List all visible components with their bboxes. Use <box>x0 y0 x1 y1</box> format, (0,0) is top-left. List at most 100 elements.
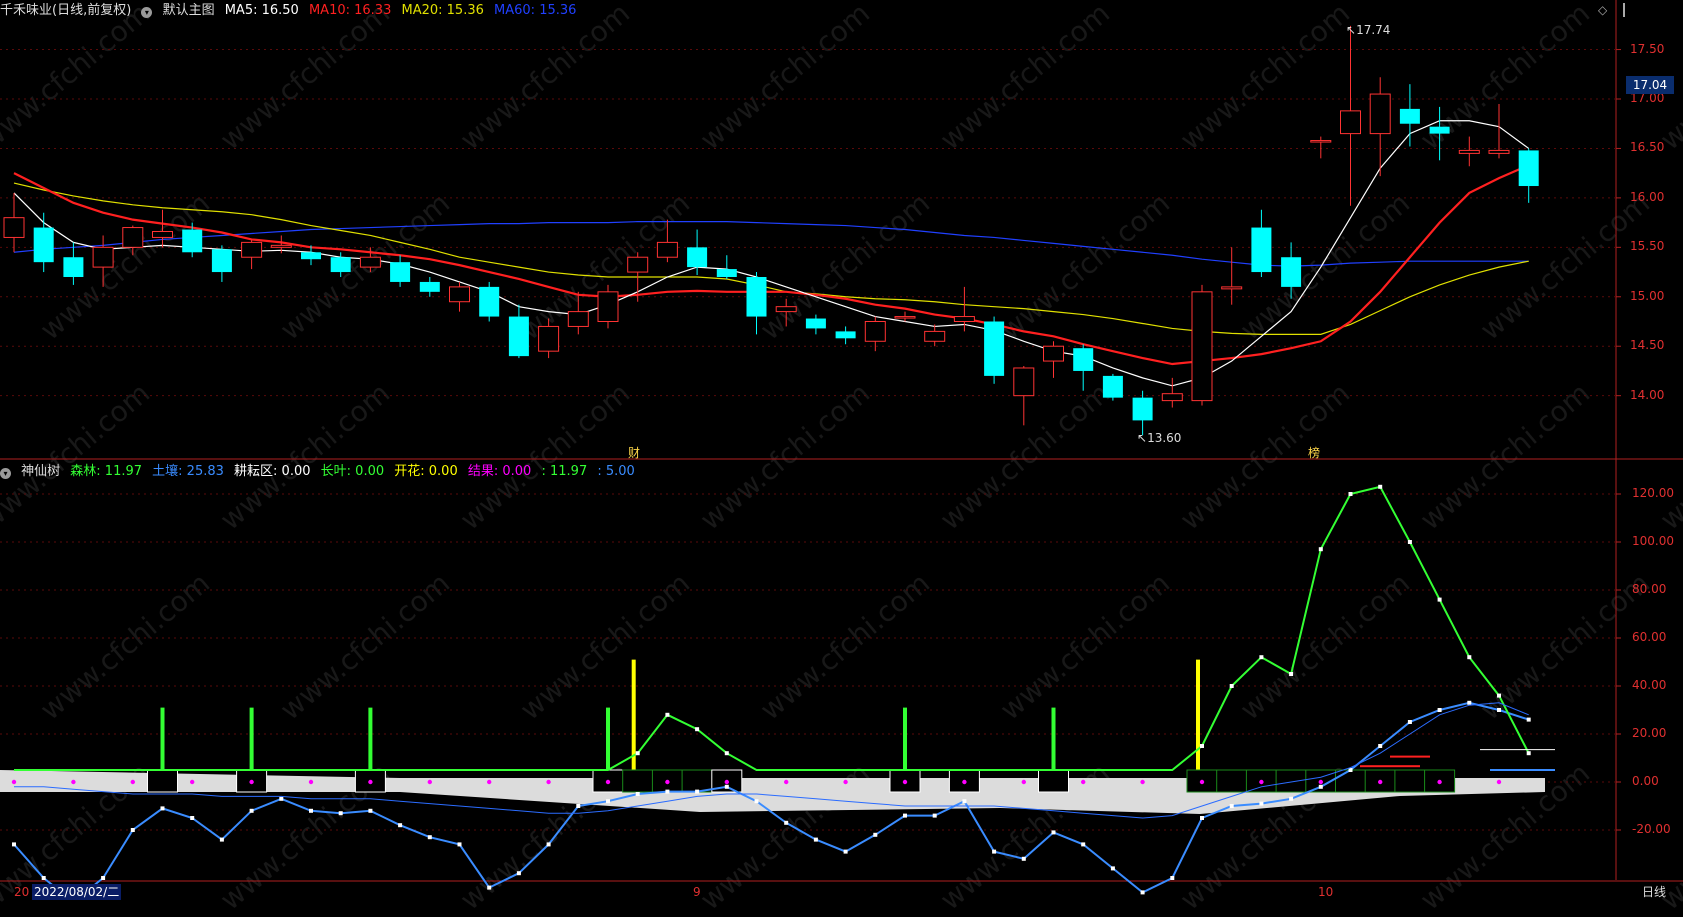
candle-up <box>924 330 946 342</box>
candle-up <box>1191 291 1213 402</box>
extra1-label: : 11.97 <box>541 464 588 479</box>
cursor-date: 2022/08/02/二 <box>32 884 122 900</box>
candle-up <box>627 256 649 273</box>
fruit-label: 结果: 0.00 <box>467 464 532 479</box>
price-tick-label: 17.50 <box>1630 41 1665 56</box>
soil-point <box>368 808 373 813</box>
candle-up <box>538 325 560 352</box>
soil-point <box>1170 876 1175 880</box>
soil-point <box>1051 830 1056 835</box>
indicator-tick-label: 40.00 <box>1632 678 1667 692</box>
soil-point <box>309 808 313 813</box>
indicator-settings-icon[interactable]: ▾ <box>0 468 11 479</box>
candle-down <box>508 316 529 357</box>
soil-point <box>101 876 106 880</box>
indicator-tick-label: 100.00 <box>1632 534 1674 548</box>
forest-point <box>1200 744 1204 748</box>
ma20-label: MA20: 15.36 <box>401 3 484 18</box>
soil-band-bottom <box>400 792 1545 814</box>
candle-up <box>656 241 678 258</box>
collapse-icon[interactable] <box>1623 3 1625 17</box>
settings-circle-icon[interactable]: ▾ <box>141 7 153 18</box>
fruit-dot <box>1437 779 1442 785</box>
candle-up <box>241 241 263 258</box>
fruit-dot <box>1021 779 1026 785</box>
soil-point <box>903 813 907 818</box>
price-tick-label: 16.50 <box>1630 140 1665 155</box>
forest-point <box>724 751 729 756</box>
price-tick-label: 14.50 <box>1630 338 1665 353</box>
soil-point <box>427 835 432 840</box>
forest-point <box>665 712 670 717</box>
soil-point <box>813 837 818 842</box>
template-name[interactable]: 默认主图 <box>163 3 215 18</box>
soil-point <box>992 849 997 854</box>
fruit-dot <box>1496 779 1502 785</box>
signal-box <box>681 769 713 793</box>
soil-point <box>724 784 729 789</box>
soil-point <box>1259 801 1264 806</box>
forest-line <box>14 485 1530 771</box>
forest-label: 森林: 11.97 <box>70 464 143 479</box>
soil-point <box>487 885 492 890</box>
forest-point <box>1467 655 1472 660</box>
candle-up <box>270 244 292 248</box>
candle-down <box>330 257 351 273</box>
fruit-dot <box>487 779 492 785</box>
fruit-dot <box>1318 779 1324 785</box>
soil-point <box>1318 784 1323 789</box>
candle-down <box>805 318 826 329</box>
fruit-dot <box>665 779 670 785</box>
soil-point <box>338 811 343 816</box>
ma60-label: MA60: 15.36 <box>494 3 577 18</box>
soil-point <box>1467 700 1472 705</box>
soil-point <box>41 876 46 880</box>
period-label[interactable]: 日线 <box>1642 884 1666 900</box>
candle-down <box>1251 227 1272 273</box>
candle-down <box>211 249 232 273</box>
diamond-icon[interactable]: ◇ <box>1598 3 1607 17</box>
price-chart[interactable] <box>0 0 1683 900</box>
candle-down <box>1429 126 1450 134</box>
leaf-label: 长叶: 0.00 <box>320 464 385 479</box>
candle-down <box>716 269 737 277</box>
soil-point <box>1021 856 1026 861</box>
forest-point <box>1348 492 1353 496</box>
soil-point <box>1081 842 1086 847</box>
stock-title[interactable]: 千禾味业(日线,前复权) <box>0 3 131 18</box>
cai-badge[interactable]: 财 <box>628 444 640 461</box>
month-10-label: 10 <box>1318 885 1334 899</box>
candle-down <box>1399 108 1420 124</box>
soil-point <box>249 808 254 813</box>
extra2-label: : 5.00 <box>597 464 635 479</box>
signal-box <box>1394 769 1426 793</box>
soil-point <box>1229 804 1234 808</box>
signal-box <box>147 769 178 793</box>
soil-point <box>754 799 759 804</box>
fruit-dot <box>130 779 135 785</box>
candle-up <box>1488 149 1510 154</box>
candle-down <box>1281 257 1302 287</box>
indicator-name[interactable]: 神仙树 <box>21 464 60 479</box>
soil-point <box>1289 796 1294 801</box>
candle-up <box>1458 149 1480 154</box>
fruit-dot <box>546 779 551 785</box>
candle-up <box>122 227 144 248</box>
signal-box <box>1038 769 1069 793</box>
soil-point <box>1140 890 1145 895</box>
bang-badge[interactable]: 榜 <box>1308 444 1320 461</box>
low-value: 13.60 <box>1147 431 1182 445</box>
farm-label: 耕耘区: 0.00 <box>234 464 311 479</box>
forest-point <box>1259 655 1264 660</box>
soil-point <box>12 842 16 847</box>
fruit-dot <box>427 779 432 785</box>
candle-down <box>479 286 500 317</box>
price-tick-label: 15.00 <box>1630 288 1665 303</box>
forest-point <box>695 727 700 732</box>
candle-down <box>1518 150 1539 187</box>
soil-point <box>962 799 967 804</box>
candle-up <box>3 217 25 238</box>
fruit-dot <box>1259 779 1264 785</box>
soil-point <box>1437 708 1442 712</box>
forest-point <box>1229 684 1234 688</box>
